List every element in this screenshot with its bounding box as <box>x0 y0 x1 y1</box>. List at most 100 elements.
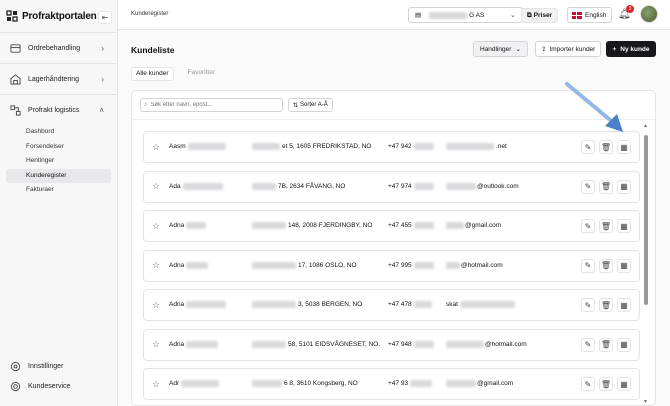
nav-label: Lagerhåndtering <box>28 75 79 83</box>
edit-icon[interactable]: ✎ <box>581 179 595 194</box>
edit-icon[interactable]: ✎ <box>581 298 595 312</box>
trash-icon[interactable]: 🗑︎ <box>599 219 613 233</box>
star-icon[interactable]: ☆ <box>152 260 160 271</box>
collapse-sidebar-button[interactable]: ⇤ <box>98 11 112 24</box>
nav-logistics-toggle[interactable]: Profrakt logistics ˄ <box>0 95 117 125</box>
tab-favorites[interactable]: Favoritter <box>184 67 219 81</box>
company-name-redacted <box>429 11 468 19</box>
sidebar-item-hentinger[interactable]: Hentinger <box>6 154 111 168</box>
customer-address: et 5, 1605 FREDRIKSTAD, NO <box>252 143 371 151</box>
search-icon: ⌕ <box>144 101 148 108</box>
customer-email: @outlook.com <box>446 182 519 190</box>
scroll-down-icon[interactable]: ▼ <box>643 399 648 405</box>
trash-icon[interactable]: 🗑︎ <box>599 258 613 273</box>
customer-name: Adria <box>169 340 219 348</box>
customer-name: Adria <box>169 301 227 309</box>
support-icon <box>10 381 21 391</box>
star-icon[interactable]: ☆ <box>152 221 160 232</box>
customer-tabs: Alle kunder Favoritter <box>131 67 219 81</box>
star-icon[interactable]: ☆ <box>152 181 160 192</box>
trash-icon[interactable]: 🗑︎ <box>599 298 613 312</box>
customer-name: Aasm <box>169 143 226 151</box>
company-name: G AS <box>469 11 485 19</box>
chevron-down-icon: ⌄ <box>510 12 516 19</box>
import-label: Importer kunder <box>549 45 596 53</box>
tab-all-customers[interactable]: Alle kunder <box>131 67 174 81</box>
sort-label: Sorter A-Å <box>300 102 328 108</box>
nav-section-warehouse[interactable]: Lagerhåndtering › <box>0 63 117 94</box>
new-customer-button[interactable]: + Ny kunde <box>606 41 656 57</box>
customer-phone: +47 93 <box>388 380 433 388</box>
star-icon[interactable]: ☆ <box>152 300 160 311</box>
customer-list: ☆ Aasm et 5, 1605 FREDRIKSTAD, NO +47 94… <box>143 131 640 406</box>
customer-list-panel: ⌕ ⇅ Sorter A-Å ☆ Aasm et 5, 1605 FREDRIK… <box>131 90 656 406</box>
warehouse-icon <box>10 73 21 85</box>
calendar-add-icon[interactable]: ▦ <box>617 140 631 154</box>
calendar-add-icon[interactable]: ▦ <box>617 337 631 352</box>
star-icon[interactable]: ☆ <box>152 379 160 390</box>
sidebar-item-kunderegister[interactable]: Kunderegister <box>6 168 111 183</box>
company-select[interactable]: ▤ G AS ⌄ <box>408 7 523 23</box>
customer-email: .net <box>446 143 507 151</box>
customer-phone: +47 948 <box>388 340 434 348</box>
scroll-up-icon[interactable]: ▲ <box>643 123 648 129</box>
edit-icon[interactable]: ✎ <box>581 337 595 352</box>
customer-email: @gmail.com <box>446 222 501 230</box>
sidebar-bottom: Innstillinger Kundeservice <box>0 356 117 396</box>
search-input[interactable] <box>150 102 271 108</box>
table-row: ☆ Aasm et 5, 1605 FREDRIKSTAD, NO +47 94… <box>143 131 640 163</box>
edit-icon[interactable]: ✎ <box>581 258 595 273</box>
trash-icon[interactable]: 🗑︎ <box>599 337 613 352</box>
table-row: ☆ Adria 58, 5101 EIDSVÅGNESET, NO. +47 9… <box>143 328 640 361</box>
actions-dropdown-button[interactable]: Handlinger ⌄ <box>473 41 528 57</box>
search-field[interactable]: ⌕ <box>140 98 283 112</box>
star-icon[interactable]: ☆ <box>152 142 160 153</box>
sidebar-item-forsendelser[interactable]: Forsendelser <box>6 140 111 154</box>
actions-label: Handlinger <box>480 45 512 53</box>
logistics-submenu: Dashbord Forsendelser Hentinger Kundereg… <box>0 125 117 204</box>
trash-icon[interactable]: 🗑︎ <box>599 140 613 154</box>
sidebar-item-fakturaer[interactable]: Fakturaer <box>6 183 111 197</box>
avatar[interactable] <box>640 5 658 23</box>
calendar-add-icon[interactable]: ▦ <box>617 298 631 312</box>
table-row: ☆ Adna 148, 2008 FJERDINGBY, NO +47 455 … <box>143 210 640 242</box>
scrollbar-thumb[interactable] <box>644 135 648 305</box>
gear-icon <box>10 361 21 371</box>
customer-name: Ada <box>169 182 223 190</box>
sidebar-item-support[interactable]: Kundeservice <box>0 376 117 396</box>
sidebar-item-settings[interactable]: Innstillinger <box>0 356 117 376</box>
table-row: ☆ Adria 3, 5038 BERGEN, NO +47 478 skat … <box>143 289 640 321</box>
customer-name: Adna <box>169 222 207 230</box>
sidebar: Profraktportalen ⇤ Ordrebehandling › Lag… <box>0 0 118 406</box>
chevron-right-icon: › <box>101 74 104 84</box>
prices-button[interactable]: ⧉ Priser <box>521 8 559 23</box>
customer-phone: +47 942 <box>388 143 434 151</box>
calendar-add-icon[interactable]: ▦ <box>617 377 631 391</box>
customer-email: skat <box>446 301 515 309</box>
trash-icon[interactable]: 🗑︎ <box>599 179 613 194</box>
sidebar-item-dashbord[interactable]: Dashbord <box>6 125 111 139</box>
import-customers-button[interactable]: ⇪ Importer kunder <box>535 41 602 57</box>
customer-phone: +47 478 <box>388 301 432 309</box>
calendar-add-icon[interactable]: ▦ <box>617 219 631 233</box>
calendar-add-icon[interactable]: ▦ <box>617 179 631 194</box>
nav-section-orders[interactable]: Ordrebehandling › <box>0 32 117 63</box>
nav-label: Innstillinger <box>28 362 64 370</box>
edit-icon[interactable]: ✎ <box>581 377 595 391</box>
sort-button[interactable]: ⇅ Sorter A-Å <box>288 98 333 112</box>
trash-icon[interactable]: 🗑︎ <box>599 377 613 391</box>
language-select[interactable]: English <box>567 7 612 23</box>
language-label: English <box>585 11 607 19</box>
customer-phone: +47 455 <box>388 222 434 230</box>
nav-label: Kundeservice <box>28 382 71 390</box>
customer-phone: +47 974 <box>388 182 434 190</box>
star-icon[interactable]: ☆ <box>152 339 160 350</box>
calendar-add-icon[interactable]: ▦ <box>617 258 631 273</box>
scrollbar[interactable]: ▲ ▼ <box>643 123 648 405</box>
edit-icon[interactable]: ✎ <box>581 219 595 233</box>
order-icon <box>10 43 21 53</box>
upload-icon: ⇪ <box>541 46 547 53</box>
edit-icon[interactable]: ✎ <box>581 140 595 154</box>
customer-name: Adna <box>169 261 209 269</box>
customer-address: 3, 5038 BERGEN, NO <box>252 301 362 309</box>
